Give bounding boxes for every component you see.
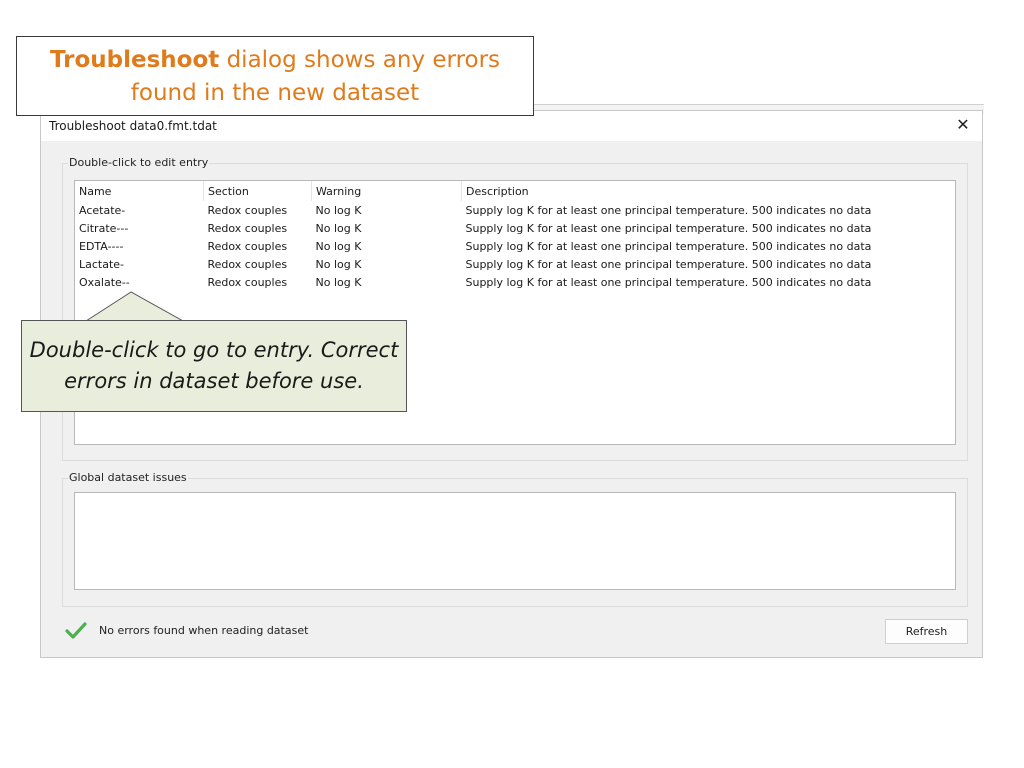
table-header-row: Name Section Warning Description [75, 181, 900, 201]
cell-section: Redox couples [207, 221, 288, 235]
callout-top-line2: found in the new dataset [130, 80, 420, 106]
cell-warning: No log K [315, 203, 362, 217]
global-issues-list[interactable] [74, 492, 956, 590]
callout-note: Double-click to go to entry. Correct err… [21, 320, 407, 412]
entries-group-label: Double-click to edit entry [68, 156, 210, 169]
cell-section: Redox couples [207, 239, 288, 253]
cell-warning: No log K [315, 257, 362, 271]
column-header-name[interactable]: Name [75, 181, 204, 201]
callout-note-line1: Double-click to go to entry. Correct [29, 338, 399, 362]
refresh-button[interactable]: Refresh [885, 619, 968, 644]
dialog-title: Troubleshoot data0.fmt.tdat [49, 119, 217, 133]
global-issues-group: Global dataset issues [62, 471, 968, 607]
callout-top: Troubleshoot dialog shows any errors fou… [16, 36, 534, 116]
status-text: No errors found when reading dataset [99, 624, 309, 637]
cell-warning: No log K [315, 239, 362, 253]
cell-description: Supply log K for at least one principal … [465, 257, 872, 271]
callout-note-line2: errors in dataset before use. [64, 369, 364, 393]
cell-section: Redox couples [207, 275, 288, 289]
column-header-warning[interactable]: Warning [311, 181, 462, 201]
cell-description: Supply log K for at least one principal … [465, 239, 872, 253]
cell-warning: No log K [315, 221, 362, 235]
close-icon[interactable]: ✕ [954, 116, 972, 134]
table-row[interactable]: Acetate- Redox couples No log K Supply l… [75, 201, 900, 219]
callout-top-bold: Troubleshoot [49, 47, 220, 73]
cell-warning: No log K [315, 275, 362, 289]
global-issues-label: Global dataset issues [68, 471, 188, 484]
cell-description: Supply log K for at least one principal … [465, 275, 872, 289]
column-header-description[interactable]: Description [462, 181, 901, 201]
check-icon [65, 622, 87, 639]
cell-section: Redox couples [207, 257, 288, 271]
callout-top-line1: dialog shows any errors [219, 47, 501, 73]
cell-name: Acetate- [79, 203, 126, 217]
cell-description: Supply log K for at least one principal … [465, 203, 872, 217]
cell-description: Supply log K for at least one principal … [465, 221, 872, 235]
cell-name: EDTA---- [79, 239, 124, 253]
cell-name: Oxalate-- [79, 275, 130, 289]
cell-name: Lactate- [79, 257, 125, 271]
cell-name: Citrate--- [79, 221, 129, 235]
table-row[interactable]: Oxalate-- Redox couples No log K Supply … [75, 273, 900, 291]
entries-table: Name Section Warning Description Acetate… [75, 181, 900, 291]
column-header-section[interactable]: Section [203, 181, 312, 201]
cell-section: Redox couples [207, 203, 288, 217]
table-row[interactable]: EDTA---- Redox couples No log K Supply l… [75, 237, 900, 255]
entries-group: Double-click to edit entry Name Section … [62, 156, 968, 461]
table-row[interactable]: Citrate--- Redox couples No log K Supply… [75, 219, 900, 237]
table-row[interactable]: Lactate- Redox couples No log K Supply l… [75, 255, 900, 273]
